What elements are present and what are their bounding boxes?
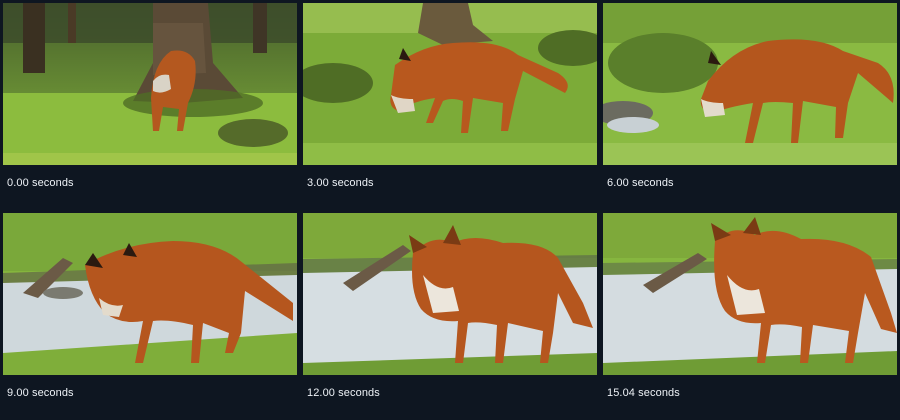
frame-timestamp: 0.00 seconds xyxy=(7,177,74,189)
frame-tile[interactable]: 6.00 seconds xyxy=(603,3,897,200)
frame-thumbnail[interactable] xyxy=(3,3,297,165)
frame-thumbnail[interactable] xyxy=(603,213,897,375)
frame-tile[interactable]: 9.00 seconds xyxy=(3,213,297,410)
frame-thumbnail[interactable] xyxy=(303,3,597,165)
frame-timestamp: 6.00 seconds xyxy=(607,177,674,189)
video-frame-grid: 0.00 seconds 3.00 seconds 6.00 seconds 9… xyxy=(0,0,900,420)
frame-timestamp: 3.00 seconds xyxy=(307,177,374,189)
frame-thumbnail[interactable] xyxy=(3,213,297,375)
frame-timestamp: 9.00 seconds xyxy=(7,387,74,399)
frame-tile[interactable]: 12.00 seconds xyxy=(303,213,597,410)
frame-timestamp: 15.04 seconds xyxy=(607,387,680,399)
frame-tile[interactable]: 0.00 seconds xyxy=(3,3,297,200)
frame-timestamp: 12.00 seconds xyxy=(307,387,380,399)
frame-tile[interactable]: 3.00 seconds xyxy=(303,3,597,200)
frame-thumbnail[interactable] xyxy=(603,3,897,165)
frame-thumbnail[interactable] xyxy=(303,213,597,375)
frame-tile[interactable]: 15.04 seconds xyxy=(603,213,897,410)
